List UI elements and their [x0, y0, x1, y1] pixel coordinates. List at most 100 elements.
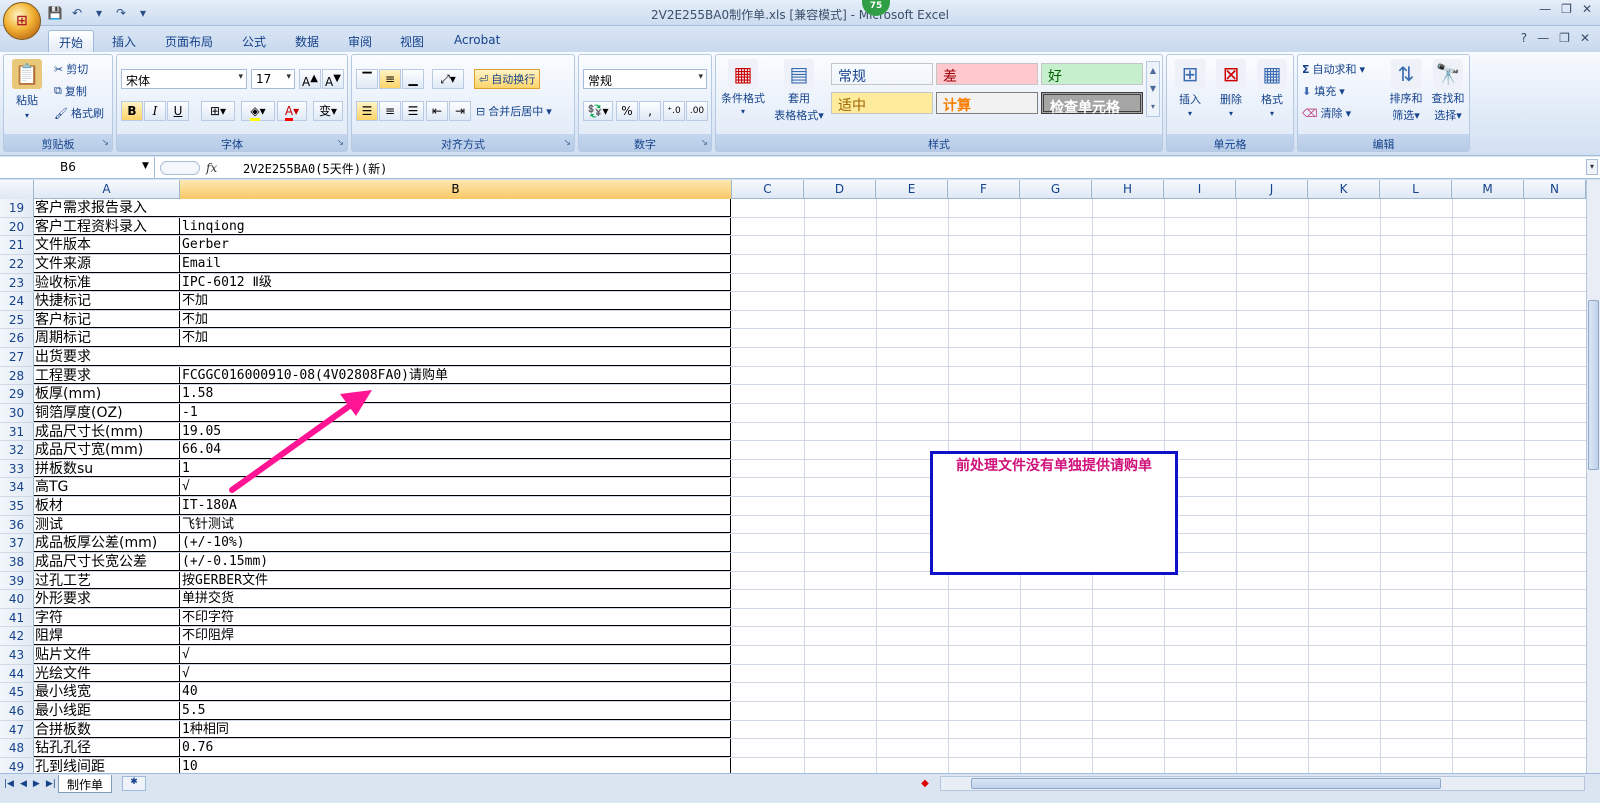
row-header[interactable]: 29 — [0, 385, 34, 403]
cell-a[interactable]: 客户工程资料录入 — [34, 217, 180, 236]
undo-icon[interactable]: ↶ — [68, 5, 86, 21]
copy-button[interactable]: ⧉ 复制 — [54, 83, 87, 99]
cell-a[interactable]: 文件版本 — [34, 236, 180, 254]
row-header[interactable]: 23 — [0, 273, 34, 292]
cell-b[interactable]: 10 — [180, 757, 731, 773]
grow-font-button[interactable]: A▲ — [299, 69, 321, 89]
percent-button[interactable]: % — [616, 101, 638, 121]
tab-view[interactable]: 视图 — [390, 30, 434, 52]
border-button[interactable]: ⊞▾ — [201, 101, 235, 121]
row-header[interactable]: 44 — [0, 664, 34, 683]
italic-button[interactable]: I — [144, 101, 166, 121]
cell-a[interactable]: 成品尺寸宽(mm) — [34, 441, 180, 459]
cell-b[interactable]: 5.5 — [180, 702, 731, 720]
cell-a[interactable]: 板材 — [34, 497, 180, 515]
cell-a[interactable]: 拼板数su — [34, 459, 180, 478]
dialog-launcher-icon[interactable]: ↘ — [563, 138, 571, 148]
cell-b[interactable]: 按GERBER文件 — [180, 571, 731, 590]
cell-b[interactable]: 1.58 — [180, 385, 731, 403]
row-header[interactable]: 45 — [0, 683, 34, 701]
cell-a[interactable]: 验收标准 — [34, 273, 180, 292]
style-gallery-scroll[interactable]: ▲ ▼ ▾ — [1146, 61, 1160, 117]
formula-bar-splitter[interactable] — [160, 161, 200, 175]
column-header-m[interactable]: M — [1452, 180, 1524, 199]
column-header-g[interactable]: G — [1020, 180, 1092, 199]
decrease-indent-button[interactable]: ⇤ — [426, 101, 448, 121]
column-header-n[interactable]: N — [1524, 180, 1586, 199]
cell-a[interactable]: 外形要求 — [34, 590, 180, 608]
cell-a[interactable]: 最小线距 — [34, 702, 180, 720]
cell-b[interactable]: 不印字符 — [180, 608, 731, 627]
cell-b[interactable]: 40 — [180, 683, 731, 701]
underline-button[interactable]: U — [167, 101, 189, 121]
paste-button[interactable]: 📋 粘贴 ▾ — [10, 59, 44, 120]
decrease-decimal-button[interactable]: .00 — [686, 101, 708, 121]
cell-a[interactable]: 合拼板数 — [34, 720, 180, 739]
cell-a[interactable]: 铜箔厚度(OZ) — [34, 403, 180, 422]
find-select-button[interactable]: 🔭 查找和 选择▾ — [1428, 59, 1468, 123]
row-header[interactable]: 37 — [0, 534, 34, 552]
cell-b[interactable]: √ — [180, 664, 731, 683]
column-header-l[interactable]: L — [1380, 180, 1452, 199]
align-left-button[interactable]: ☰ — [356, 101, 378, 121]
cell-b[interactable]: 不印阻焊 — [180, 627, 731, 646]
close-icon[interactable]: ✕ — [1580, 31, 1590, 45]
cell-a[interactable]: 文件来源 — [34, 254, 180, 273]
cell-a[interactable]: 客户标记 — [34, 310, 180, 329]
column-header-i[interactable]: I — [1164, 180, 1236, 199]
next-sheet-icon[interactable]: ▶ — [33, 779, 40, 789]
phonetic-button[interactable]: 变▾ — [313, 101, 343, 121]
row-header[interactable]: 31 — [0, 422, 34, 441]
row-header[interactable]: 19 — [0, 199, 34, 217]
row-header[interactable]: 20 — [0, 217, 34, 236]
column-header-e[interactable]: E — [876, 180, 948, 199]
align-center-button[interactable]: ≡ — [379, 101, 401, 121]
chevron-down-icon[interactable]: ▼ — [142, 161, 149, 171]
cell-b[interactable]: 1种相同 — [180, 720, 731, 739]
sort-filter-button[interactable]: ⇅ 排序和 筛选▾ — [1386, 59, 1426, 123]
row-header[interactable]: 41 — [0, 608, 34, 627]
cell-b[interactable]: (+/-0.15mm) — [180, 552, 731, 571]
close-icon[interactable]: ✕ — [1582, 2, 1592, 16]
row-header[interactable]: 35 — [0, 497, 34, 515]
row-header[interactable]: 49 — [0, 757, 34, 773]
row-header[interactable]: 25 — [0, 310, 34, 329]
row-header[interactable]: 48 — [0, 739, 34, 757]
cell-a[interactable]: 最小线宽 — [34, 683, 180, 701]
orientation-button[interactable]: ⤢▾ — [432, 69, 464, 89]
cell-a[interactable]: 成品尺寸长(mm) — [34, 422, 180, 441]
delete-cells-button[interactable]: ⊠ 删除 ▾ — [1212, 59, 1250, 118]
restore-icon[interactable]: ❐ — [1559, 31, 1570, 45]
wrap-text-button[interactable]: ⏎ 自动换行 — [474, 69, 541, 89]
prev-sheet-icon[interactable]: ◀ — [20, 779, 27, 789]
cell-b[interactable]: Gerber — [180, 236, 731, 254]
cell-a[interactable]: 贴片文件 — [34, 646, 180, 664]
customize-qat-icon[interactable]: ▾ — [134, 5, 152, 21]
style-calculation[interactable]: 计算 — [936, 92, 1038, 114]
cell-b[interactable]: IPC-6012 Ⅱ级 — [180, 273, 731, 292]
merge-center-button[interactable]: ⊟ 合并后居中 ▾ — [476, 103, 552, 119]
minimize-icon[interactable]: — — [1537, 31, 1549, 45]
increase-decimal-button[interactable]: ⁺.0 — [663, 101, 685, 121]
row-header[interactable]: 26 — [0, 329, 34, 348]
formula-input[interactable]: 2V2E255BA0(5天件)(新) — [243, 160, 387, 177]
cell-b[interactable]: 单拼交货 — [180, 590, 731, 608]
font-color-button[interactable]: A▾ — [277, 101, 307, 121]
last-sheet-icon[interactable]: ▶| — [46, 779, 56, 789]
tab-split-handle[interactable]: ◆ — [920, 779, 930, 789]
cell-a[interactable]: 出货要求 — [34, 348, 731, 366]
style-bad[interactable]: 差 — [936, 63, 1038, 85]
fill-button[interactable]: ⬇ 填充 ▾ — [1302, 83, 1345, 99]
cell-a[interactable]: 过孔工艺 — [34, 571, 180, 590]
dialog-launcher-icon[interactable]: ↘ — [700, 138, 708, 148]
row-header[interactable]: 28 — [0, 366, 34, 385]
cell-a[interactable]: 测试 — [34, 515, 180, 534]
dialog-launcher-icon[interactable]: ↘ — [101, 138, 109, 148]
tab-data[interactable]: 数据 — [285, 30, 329, 52]
horizontal-scrollbar[interactable] — [940, 776, 1585, 791]
row-header[interactable]: 30 — [0, 403, 34, 422]
cell-b[interactable]: -1 — [180, 403, 731, 422]
row-header[interactable]: 22 — [0, 254, 34, 273]
cell-b[interactable]: 19.05 — [180, 422, 731, 441]
save-icon[interactable]: 💾 — [46, 5, 64, 21]
